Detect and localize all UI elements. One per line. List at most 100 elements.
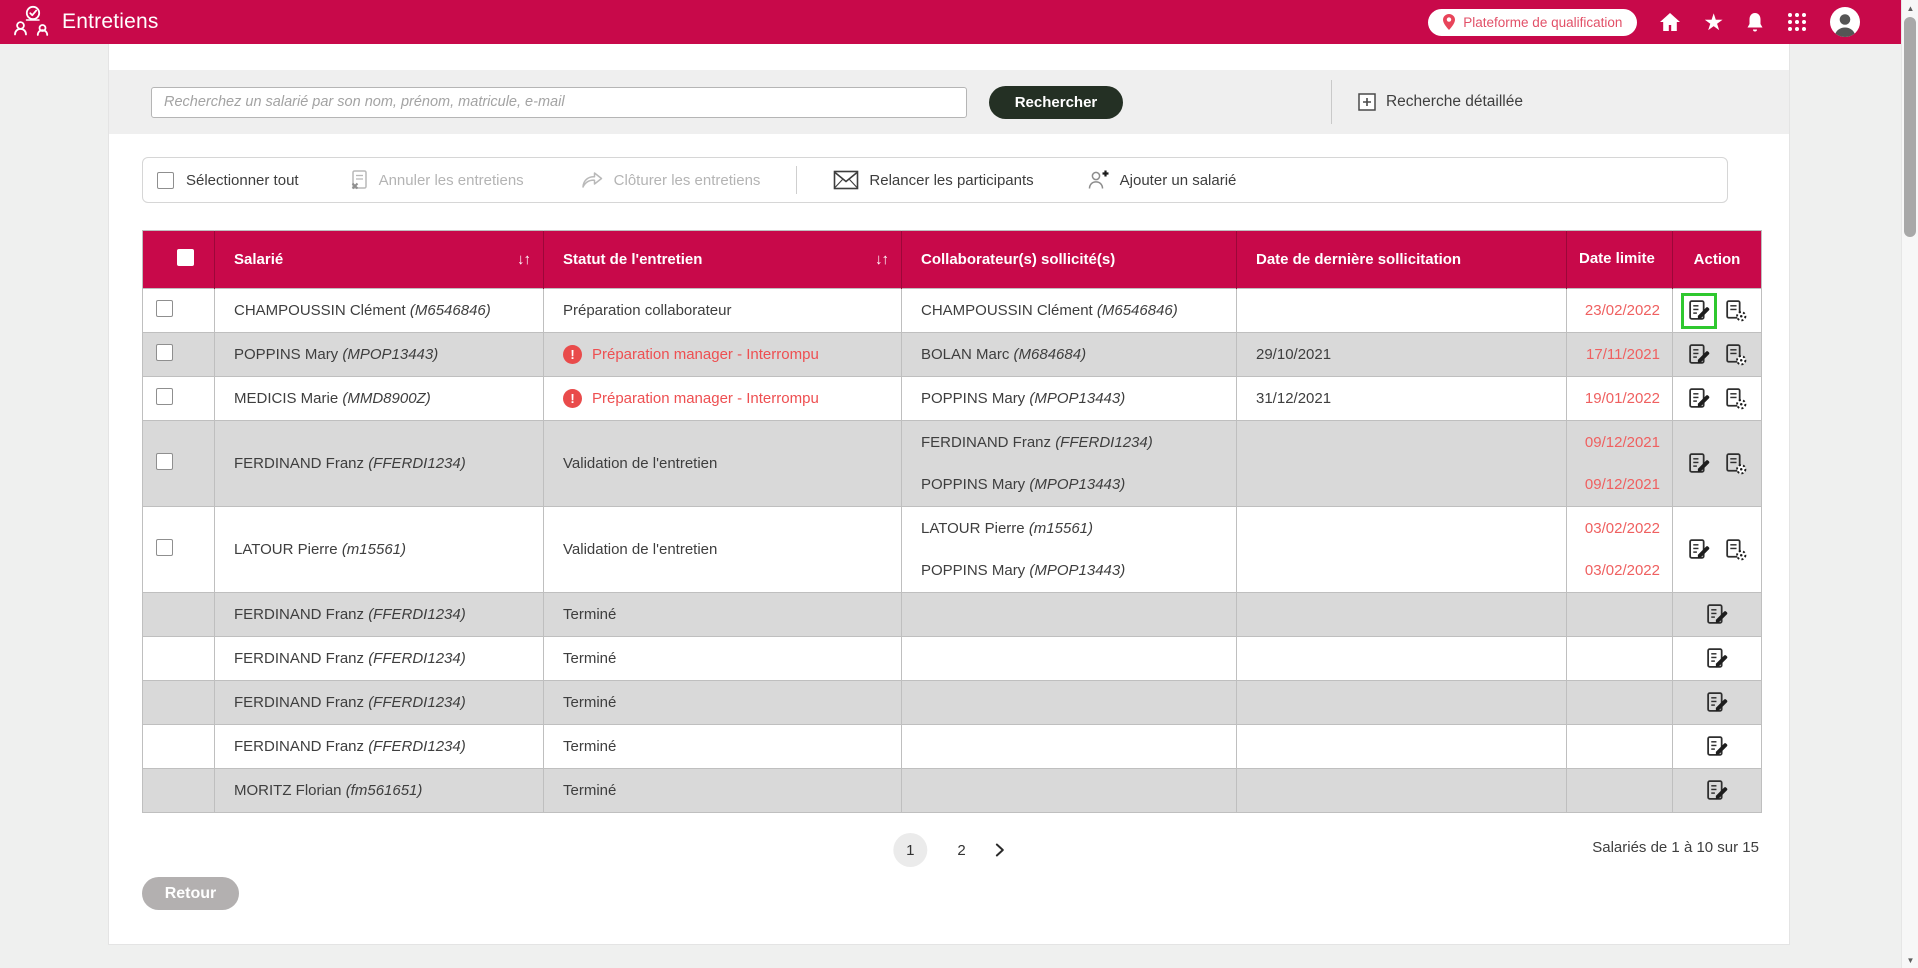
select-all-checkbox[interactable] — [157, 172, 174, 189]
status-cell: Terminé — [544, 725, 902, 769]
edit-action-button[interactable] — [1684, 340, 1714, 370]
next-page-button[interactable] — [996, 843, 1005, 857]
location-pin-icon — [1443, 14, 1455, 30]
edit-action-button[interactable] — [1702, 732, 1732, 762]
settings-action-button[interactable] — [1720, 384, 1750, 414]
page-button-1[interactable]: 1 — [893, 833, 927, 867]
status-label: Terminé — [563, 694, 616, 711]
back-button[interactable]: Retour — [142, 877, 239, 910]
employee-cell: FERDINAND Franz (FFERDI1234) — [215, 681, 544, 725]
add-employee-button[interactable]: Ajouter un salarié — [1080, 168, 1243, 192]
star-icon: ★ — [1703, 11, 1724, 34]
edit-action-button[interactable] — [1684, 384, 1714, 414]
row-actions — [1673, 732, 1761, 762]
table-row: MORITZ Florian (fm561651)Terminé — [143, 769, 1762, 813]
table-header: Salarié ↓↑ Statut de l'entretien ↓↑ Coll… — [143, 231, 1762, 289]
action-cell — [1673, 593, 1762, 637]
deadline-stack: 09/12/202109/12/2021 — [1567, 421, 1672, 506]
employee-matricule: (FFERDI1234) — [368, 455, 466, 472]
column-header-derniere-sollicitation: Date de dernière sollicitation — [1237, 231, 1567, 289]
column-header-date-limite: Date limite — [1567, 231, 1673, 289]
last-solicitation-cell — [1237, 769, 1567, 813]
bell-icon — [1745, 11, 1765, 33]
alert-icon: ! — [563, 345, 582, 364]
search-input[interactable] — [151, 87, 967, 118]
collaborators-cell: BOLAN Marc (M684684) — [902, 333, 1237, 377]
employee-identity: FERDINAND Franz (FFERDI1234) — [234, 738, 543, 755]
column-header-statut[interactable]: Statut de l'entretien ↓↑ — [544, 231, 902, 289]
remind-participants-button[interactable]: Relancer les participants — [827, 169, 1039, 191]
pagination-bar: 1 2 Salariés de 1 à 10 sur 15 — [109, 833, 1789, 871]
last-solicitation-cell — [1237, 725, 1567, 769]
settings-action-button[interactable] — [1720, 535, 1750, 565]
column-header-salarie[interactable]: Salarié ↓↑ — [215, 231, 544, 289]
table-row: POPPINS Mary (MPOP13443)!Préparation man… — [143, 333, 1762, 377]
toolbar-divider — [796, 166, 797, 194]
edit-action-button[interactable] — [1702, 688, 1732, 718]
status-label: Terminé — [563, 782, 616, 799]
column-header-select — [143, 231, 215, 289]
collaborators-cell — [902, 637, 1237, 681]
action-cell — [1673, 421, 1762, 507]
favorites-button[interactable]: ★ — [1703, 11, 1724, 34]
row-checkbox[interactable] — [156, 539, 173, 556]
edit-action-button[interactable] — [1684, 535, 1714, 565]
environment-badge[interactable]: Plateforme de qualification — [1428, 9, 1637, 36]
scrollbar-up-arrow[interactable]: ▲ — [1902, 0, 1918, 16]
employee-identity: FERDINAND Franz (FFERDI1234) — [234, 650, 543, 667]
deadline-cell: 17/11/2021 — [1567, 333, 1673, 377]
edit-action-button[interactable] — [1702, 776, 1732, 806]
settings-action-button[interactable] — [1720, 296, 1750, 326]
edit-action-button[interactable] — [1702, 600, 1732, 630]
profile-avatar[interactable] — [1829, 6, 1861, 38]
collaborators-cell — [902, 725, 1237, 769]
row-checkbox[interactable] — [156, 453, 173, 470]
row-checkbox[interactable] — [156, 300, 173, 317]
home-button[interactable] — [1658, 11, 1682, 33]
employee-name: FERDINAND Franz — [234, 606, 368, 623]
table-row: FERDINAND Franz (FFERDI1234)Terminé — [143, 725, 1762, 769]
notifications-button[interactable] — [1745, 11, 1765, 33]
row-checkbox[interactable] — [156, 388, 173, 405]
edit-action-button[interactable] — [1684, 296, 1714, 326]
employee-name: LATOUR Pierre — [234, 541, 342, 558]
row-select-cell — [143, 681, 215, 725]
edit-action-button[interactable] — [1702, 644, 1732, 674]
edit-action-button[interactable] — [1684, 449, 1714, 479]
header-select-all-checkbox[interactable] — [177, 249, 194, 266]
settings-action-button[interactable] — [1720, 449, 1750, 479]
employee-name: POPPINS Mary — [921, 390, 1029, 407]
row-actions — [1673, 600, 1761, 630]
detailed-search-button[interactable]: Recherche détaillée — [1352, 92, 1529, 112]
page-scrollbar[interactable]: ▲ ▼ — [1901, 0, 1918, 968]
search-button[interactable]: Rechercher — [989, 86, 1123, 119]
employee-name: POPPINS Mary — [921, 476, 1029, 493]
app-grid-button[interactable] — [1786, 11, 1808, 33]
deadline-date: 19/01/2022 — [1585, 390, 1660, 407]
bulk-actions-toolbar: Sélectionner tout Annuler les entretiens… — [142, 157, 1728, 203]
deadline-cell — [1567, 725, 1673, 769]
page-button-2[interactable]: 2 — [951, 841, 971, 860]
scrollbar-thumb[interactable] — [1904, 17, 1916, 237]
settings-action-button[interactable] — [1720, 340, 1750, 370]
status-label: Validation de l'entretien — [563, 455, 717, 472]
interview-status: Terminé — [544, 694, 901, 711]
sort-icon[interactable]: ↓↑ — [875, 251, 888, 268]
row-actions — [1673, 776, 1761, 806]
employee-matricule: (MPOP13443) — [1029, 562, 1125, 579]
sort-icon[interactable]: ↓↑ — [517, 251, 530, 268]
search-section: Rechercher Recherche détaillée — [109, 70, 1789, 134]
employee-table-body: CHAMPOUSSIN Clément (M6546846) Préparatio… — [143, 289, 1762, 813]
last-solicitation-date: 31/12/2021 — [1256, 390, 1331, 407]
select-all[interactable]: Sélectionner tout — [157, 172, 299, 189]
employees-table: Salarié ↓↑ Statut de l'entretien ↓↑ Coll… — [142, 230, 1762, 813]
last-solicitation-cell — [1237, 593, 1567, 637]
status-label: Préparation manager - Interrompu — [592, 390, 819, 407]
row-checkbox[interactable] — [156, 344, 173, 361]
interview-status: Terminé — [544, 782, 901, 799]
employee-matricule: (M6546846) — [1097, 302, 1178, 319]
table-row: FERDINAND Franz (FFERDI1234)Terminé — [143, 593, 1762, 637]
scrollbar-down-arrow[interactable]: ▼ — [1902, 952, 1918, 968]
employee-cell: LATOUR Pierre (m15561) — [215, 507, 544, 593]
employee-name: CHAMPOUSSIN Clément — [234, 302, 410, 319]
